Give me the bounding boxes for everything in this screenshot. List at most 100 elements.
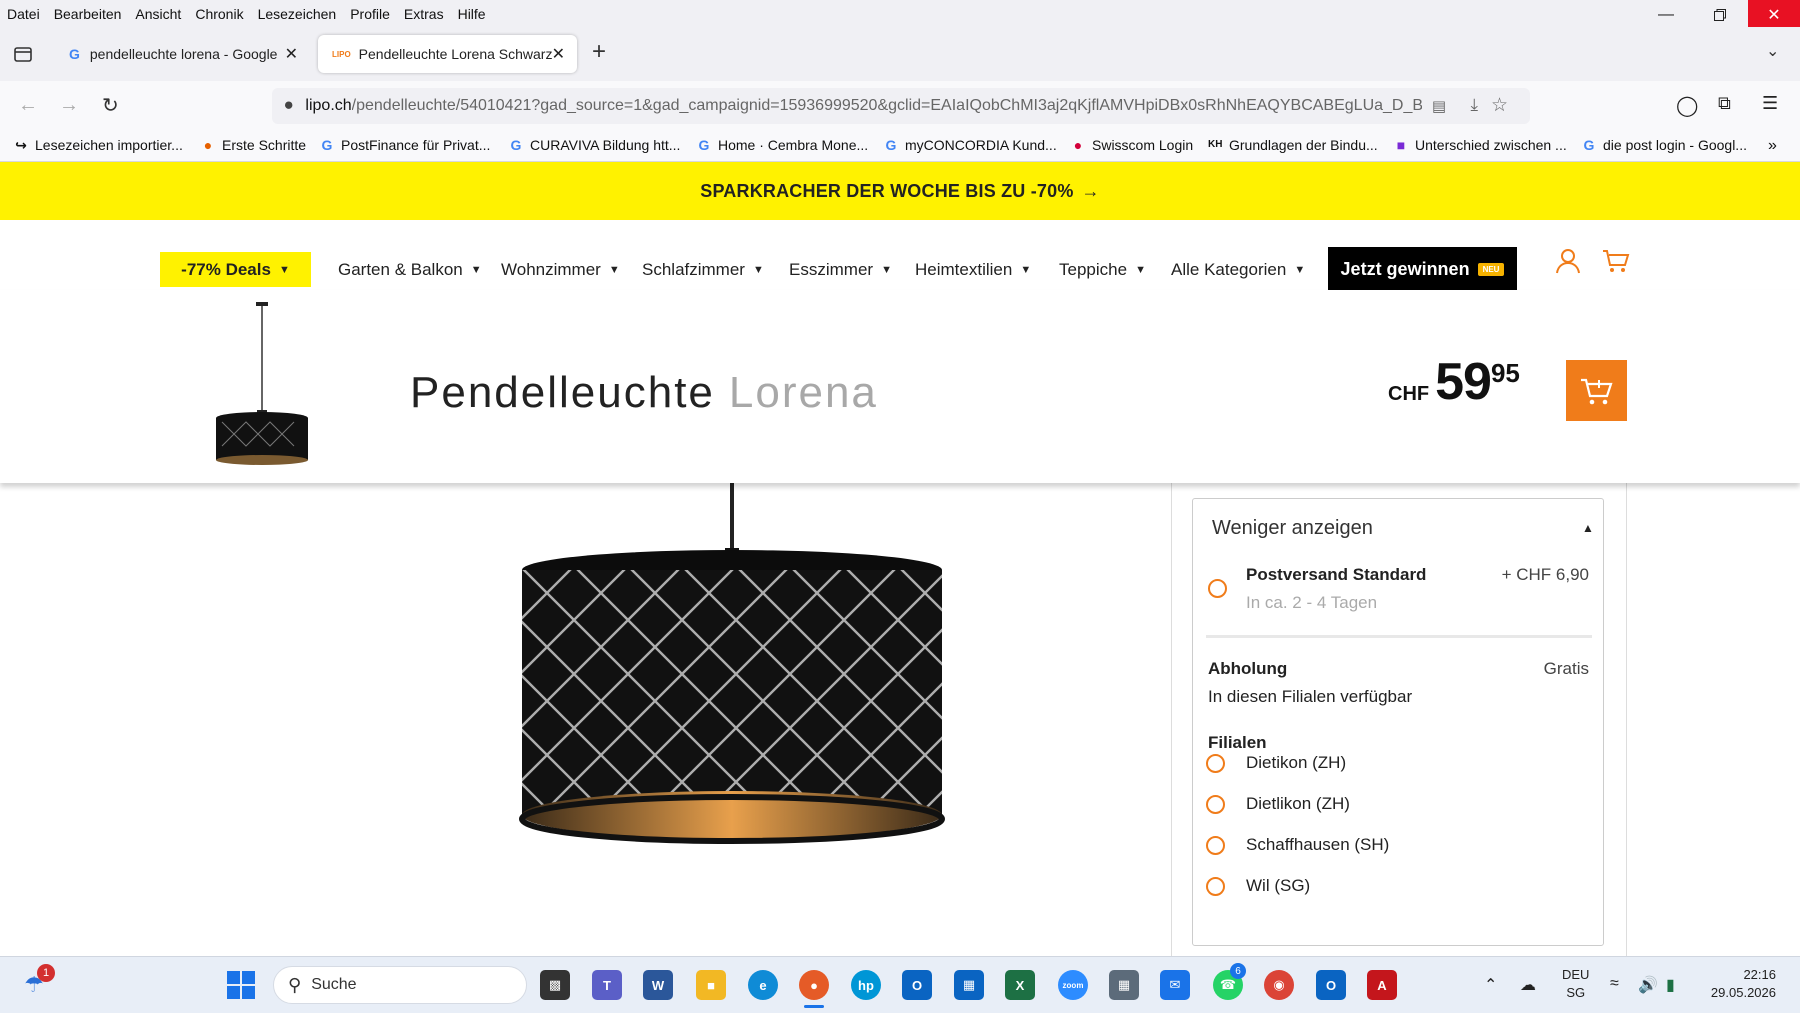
bookmark-item[interactable]: GmyCONCORDIA Kund...	[884, 137, 1057, 153]
product-thumbnail[interactable]	[214, 302, 310, 467]
forward-button[interactable]: →	[59, 94, 79, 117]
chevron-down-icon: ▼	[470, 264, 482, 276]
menu-datei[interactable]: Datei	[7, 6, 40, 22]
site-info-shield-icon[interactable]: ⚫	[282, 96, 295, 116]
onedrive-status-icon[interactable]: ☁	[1520, 975, 1536, 995]
nav-wohnzimmer[interactable]: Wohnzimmer ▼	[501, 260, 620, 280]
product-image[interactable]	[510, 483, 950, 853]
taskbar-search[interactable]: ⚲ Suche	[273, 966, 527, 1004]
teams-icon[interactable]: T	[592, 970, 622, 1000]
hp-icon[interactable]: hp	[851, 970, 881, 1000]
store-label[interactable]: Dietikon (ZH)	[1246, 753, 1346, 773]
file-explorer-icon[interactable]: ■	[696, 970, 726, 1000]
input-language[interactable]: DEU SG	[1562, 966, 1589, 1002]
store-radio[interactable]	[1206, 795, 1225, 814]
new-tab-button[interactable]: +	[592, 38, 606, 66]
store-icon[interactable]: ▦	[954, 970, 984, 1000]
menu-ansicht[interactable]: Ansicht	[135, 6, 181, 22]
store-label[interactable]: Schaffhausen (SH)	[1246, 835, 1389, 855]
tab-lipo-product[interactable]: LIPO Pendelleuchte Lorena Schwarz ✕	[318, 35, 577, 73]
tab-google-search[interactable]: G pendelleuchte lorena - Google S ✕	[55, 35, 310, 73]
save-page-icon[interactable]: ⤓	[1470, 95, 1478, 115]
promo-banner[interactable]: SPARKRACHER DER WOCHE BIS ZU -70% →	[0, 162, 1800, 220]
close-tab-icon[interactable]: ✕	[285, 44, 298, 64]
chevron-down-icon: ▼	[881, 264, 892, 276]
tab-overview-button[interactable]	[12, 43, 34, 65]
outlook-classic-icon[interactable]: O	[1316, 970, 1346, 1000]
list-all-tabs-chevron-icon[interactable]: ⌄	[1766, 41, 1779, 61]
word-icon[interactable]: W	[643, 970, 673, 1000]
address-bar[interactable]: ⚫ lipo.ch /pendelleuchte/54010421?gad_so…	[272, 88, 1530, 124]
store-label[interactable]: Wil (SG)	[1246, 876, 1310, 896]
account-icon[interactable]: ◯	[1676, 93, 1698, 118]
show-hidden-icons-chevron-icon[interactable]: ⌃	[1484, 975, 1497, 995]
postversand-radio[interactable]	[1208, 579, 1227, 598]
menu-extras[interactable]: Extras	[404, 6, 444, 22]
firefox-icon[interactable]: ●	[799, 970, 829, 1000]
close-tab-icon[interactable]: ✕	[552, 44, 565, 64]
edge-icon[interactable]: e	[748, 970, 778, 1000]
nav-esszimmer[interactable]: Esszimmer ▼	[789, 260, 892, 280]
menu-bar: Datei Bearbeiten Ansicht Chronik Lesezei…	[0, 0, 1800, 27]
battery-icon[interactable]: ▮	[1666, 975, 1675, 995]
restore-button[interactable]	[1696, 0, 1744, 29]
chrome-icon[interactable]: ◉	[1264, 970, 1294, 1000]
menu-hilfe[interactable]: Hilfe	[458, 6, 486, 22]
bookmark-item[interactable]: ↪ Lesezeichen importier...	[14, 137, 183, 153]
deals-button[interactable]: -77% Deals ▼	[160, 252, 311, 287]
clock[interactable]: 22:16 29.05.2026	[1706, 966, 1776, 1002]
bookmark-item[interactable]: ● Erste Schritte	[201, 137, 306, 153]
mail-app-icon[interactable]: ✉	[1160, 970, 1190, 1000]
nav-label: Garten & Balkon	[338, 260, 463, 279]
nav-teppiche[interactable]: Teppiche ▼	[1059, 260, 1146, 280]
back-button[interactable]: ←	[18, 94, 38, 117]
nav-alle-kategorien[interactable]: Alle Kategorien ▼	[1171, 260, 1305, 280]
shipping-options-box: Weniger anzeigen ▲ Postversand Standard …	[1192, 498, 1604, 946]
bookmark-star-icon[interactable]: ☆	[1491, 94, 1508, 117]
more-bookmarks-chevron-icon[interactable]: »	[1768, 137, 1777, 155]
menu-chronik[interactable]: Chronik	[195, 6, 243, 22]
bookmark-item[interactable]: G CURAVIVA Bildung htt...	[509, 137, 681, 153]
minimize-button[interactable]: —	[1642, 0, 1690, 29]
bookmark-item[interactable]: KH Grundlagen der Bindu...	[1208, 137, 1378, 153]
excel-icon[interactable]: X	[1005, 970, 1035, 1000]
product-price: CHF 59 95	[1388, 356, 1520, 408]
bookmark-item[interactable]: ■ Unterschied zwischen ...	[1394, 137, 1567, 153]
nav-schlafzimmer[interactable]: Schlafzimmer ▼	[642, 260, 764, 280]
postversand-title: Postversand Standard	[1246, 565, 1427, 584]
bookmark-item[interactable]: G Home · Cembra Mone...	[697, 137, 869, 153]
bookmark-label: myCONCORDIA Kund...	[905, 137, 1057, 153]
add-to-cart-button[interactable]	[1566, 360, 1627, 421]
task-view-icon[interactable]: ▩	[540, 970, 570, 1000]
user-account-icon[interactable]	[1555, 248, 1581, 279]
shopping-cart-icon[interactable]	[1602, 248, 1630, 279]
store-label[interactable]: Dietlikon (ZH)	[1246, 794, 1350, 814]
bookmark-item[interactable]: ● Swisscom Login	[1071, 137, 1193, 153]
volume-icon[interactable]: 🔊	[1638, 975, 1658, 995]
calculator-icon[interactable]: ▦	[1109, 970, 1139, 1000]
app-menu-icon[interactable]: ☰	[1762, 93, 1778, 114]
chevron-up-icon[interactable]: ▲	[1582, 521, 1594, 535]
store-radio[interactable]	[1206, 754, 1225, 773]
menu-lesezeichen[interactable]: Lesezeichen	[258, 6, 337, 22]
reload-button[interactable]: ↻	[102, 93, 119, 118]
extensions-icon[interactable]: ⧉	[1718, 93, 1731, 114]
toggle-label[interactable]: Weniger anzeigen	[1212, 517, 1373, 540]
nav-garten-balkon[interactable]: Garten & Balkon ▼	[338, 260, 482, 280]
wifi-icon[interactable]: ≈	[1610, 975, 1619, 993]
zoom-icon[interactable]: zoom	[1058, 970, 1088, 1000]
reader-view-icon[interactable]: ▤	[1432, 97, 1446, 115]
nav-heimtextilien[interactable]: Heimtextilien ▼	[915, 260, 1031, 280]
menu-bearbeiten[interactable]: Bearbeiten	[54, 6, 122, 22]
store-radio[interactable]	[1206, 836, 1225, 855]
menu-profile[interactable]: Profile	[350, 6, 390, 22]
google-icon: G	[510, 137, 522, 153]
bookmark-item[interactable]: G PostFinance für Privat...	[320, 137, 491, 153]
store-radio[interactable]	[1206, 877, 1225, 896]
bookmark-item[interactable]: Gdie post login - Googl...	[1582, 137, 1747, 153]
jetzt-gewinnen-button[interactable]: Jetzt gewinnen NEU	[1328, 247, 1517, 292]
outlook-icon[interactable]: O	[902, 970, 932, 1000]
acrobat-icon[interactable]: A	[1367, 970, 1397, 1000]
windows-start-icon[interactable]	[227, 971, 255, 1004]
close-window-button[interactable]: ✕	[1748, 0, 1800, 29]
